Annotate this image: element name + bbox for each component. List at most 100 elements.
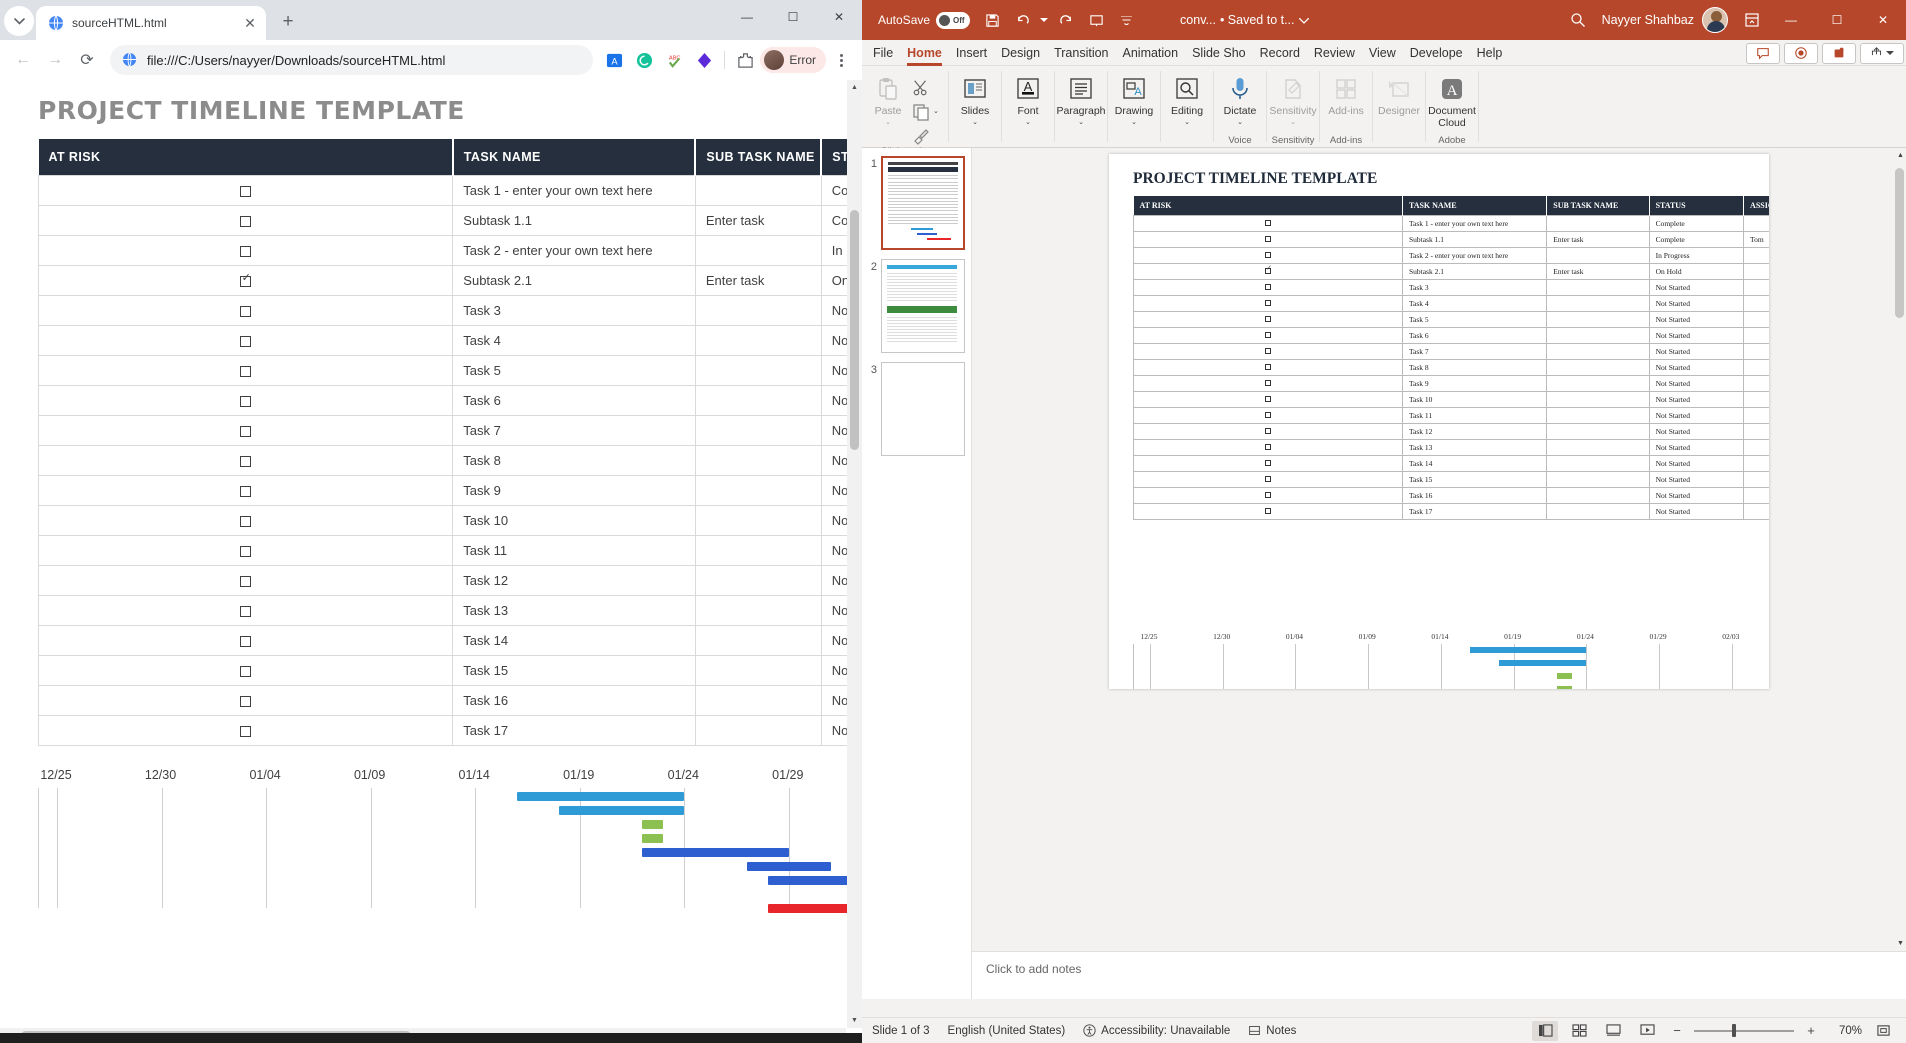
- autosave-toggle[interactable]: Off: [936, 12, 970, 29]
- start-presentation-icon[interactable]: [1082, 6, 1110, 34]
- normal-view-icon[interactable]: [1532, 1021, 1558, 1041]
- accessibility-indicator[interactable]: Accessibility: Unavailable: [1083, 1024, 1230, 1037]
- at-risk-checkbox[interactable]: [240, 426, 251, 437]
- ribbon-display-options-icon[interactable]: [1736, 6, 1768, 34]
- notes-pane[interactable]: Click to add notes: [972, 951, 1906, 999]
- reading-view-icon[interactable]: [1600, 1021, 1626, 1041]
- present-in-teams-icon[interactable]: [1822, 43, 1856, 64]
- at-risk-checkbox[interactable]: [240, 216, 251, 227]
- sensitivity-button[interactable]: Sensitivity⌄: [1269, 70, 1317, 127]
- chevron-down-icon[interactable]: [1299, 11, 1309, 29]
- at-risk-checkbox-cell[interactable]: [39, 266, 453, 296]
- forward-button[interactable]: →: [40, 45, 70, 75]
- undo-icon[interactable]: [1008, 6, 1036, 34]
- chevron-down-icon[interactable]: ⌄: [1131, 119, 1137, 127]
- grammarly-extension-icon[interactable]: [631, 47, 657, 73]
- copy-button[interactable]: ⌄: [912, 98, 946, 121]
- format-painter-button[interactable]: [912, 122, 946, 145]
- chevron-down-icon[interactable]: ⌄: [1184, 119, 1190, 127]
- browser-minimize-button[interactable]: —: [724, 0, 770, 34]
- tab-search-button[interactable]: [4, 6, 34, 36]
- at-risk-checkbox-cell[interactable]: [39, 536, 453, 566]
- extensions-puzzle-icon[interactable]: [732, 47, 758, 73]
- zoom-in-button[interactable]: +: [1802, 1022, 1820, 1040]
- slides-button[interactable]: Slides⌄: [951, 70, 999, 127]
- powerpoint-close-button[interactable]: ✕: [1860, 4, 1906, 36]
- at-risk-checkbox[interactable]: [240, 576, 251, 587]
- new-tab-button[interactable]: +: [274, 8, 302, 36]
- document-cloud-button[interactable]: ADocument Cloud: [1428, 70, 1476, 129]
- ribbon-tab-record[interactable]: Record: [1253, 43, 1307, 63]
- record-icon[interactable]: [1784, 43, 1818, 64]
- powerpoint-minimize-button[interactable]: —: [1768, 4, 1814, 36]
- at-risk-checkbox[interactable]: [240, 666, 251, 677]
- ribbon-tab-develope[interactable]: Develope: [1403, 43, 1470, 63]
- redo-icon[interactable]: [1052, 6, 1080, 34]
- slide-scroll-up-arrow[interactable]: ▲: [1893, 148, 1906, 163]
- ribbon-tab-slide-sho[interactable]: Slide Sho: [1185, 43, 1253, 63]
- at-risk-checkbox-cell[interactable]: [39, 566, 453, 596]
- slide-vertical-scrollbar[interactable]: ▲ ▼: [1893, 148, 1906, 951]
- chevron-down-icon[interactable]: ⌄: [1237, 119, 1243, 127]
- search-icon[interactable]: [1562, 6, 1594, 34]
- chevron-down-icon[interactable]: ⌄: [1078, 119, 1084, 127]
- chevron-down-icon[interactable]: ⌄: [885, 119, 891, 127]
- at-risk-checkbox-cell[interactable]: [39, 416, 453, 446]
- at-risk-checkbox[interactable]: [240, 636, 251, 647]
- slide-thumbnail[interactable]: [881, 156, 965, 250]
- slideshow-icon[interactable]: [1634, 1021, 1660, 1041]
- ribbon-tab-transition[interactable]: Transition: [1047, 43, 1115, 63]
- scroll-down-arrow[interactable]: ▼: [847, 1013, 862, 1028]
- translate-extension-icon[interactable]: A: [601, 47, 627, 73]
- page-info-globe-icon[interactable]: [122, 52, 138, 68]
- slide-thumbnail-row[interactable]: 2: [866, 259, 967, 353]
- at-risk-checkbox-cell[interactable]: [39, 326, 453, 356]
- back-button[interactable]: ←: [8, 45, 38, 75]
- slide-canvas[interactable]: PROJECT TIMELINE TEMPLATE AT RISKTASK NA…: [1109, 154, 1769, 689]
- kebab-menu-icon[interactable]: [828, 47, 854, 73]
- browser-tab[interactable]: sourceHTML.html ✕: [36, 6, 266, 40]
- paragraph-button[interactable]: Paragraph⌄: [1057, 70, 1105, 127]
- at-risk-checkbox-cell[interactable]: [39, 596, 453, 626]
- slide-thumbnail-row[interactable]: 3: [866, 362, 967, 456]
- chevron-down-icon[interactable]: ⌄: [1025, 119, 1031, 127]
- zoom-knob[interactable]: [1732, 1024, 1736, 1037]
- comments-icon[interactable]: [1746, 43, 1780, 64]
- at-risk-checkbox-cell[interactable]: [39, 686, 453, 716]
- at-risk-checkbox[interactable]: [240, 246, 251, 257]
- paste-button[interactable]: Paste⌄: [864, 70, 912, 127]
- reload-button[interactable]: ⟳: [72, 45, 102, 75]
- designer-button[interactable]: Designer: [1375, 70, 1423, 118]
- undo-dropdown-icon[interactable]: [1038, 6, 1050, 34]
- chevron-down-icon[interactable]: ⌄: [972, 119, 978, 127]
- slide-thumbnail-pane[interactable]: 123: [862, 148, 972, 999]
- notes-button[interactable]: Notes: [1248, 1024, 1296, 1037]
- diamond-extension-icon[interactable]: [691, 47, 717, 73]
- at-risk-checkbox[interactable]: [240, 186, 251, 197]
- at-risk-checkbox[interactable]: [240, 546, 251, 557]
- at-risk-checkbox[interactable]: [240, 396, 251, 407]
- at-risk-checkbox-cell[interactable]: [39, 206, 453, 236]
- dictate-button[interactable]: Dictate⌄: [1216, 70, 1264, 127]
- powerpoint-restore-button[interactable]: ☐: [1814, 4, 1860, 36]
- save-icon[interactable]: [978, 6, 1006, 34]
- slide-sorter-icon[interactable]: [1566, 1021, 1592, 1041]
- add-ins-button[interactable]: Add-ins: [1322, 70, 1370, 118]
- vertical-scroll-thumb[interactable]: [850, 210, 859, 450]
- at-risk-checkbox-cell[interactable]: [39, 506, 453, 536]
- customize-qat-icon[interactable]: [1112, 6, 1140, 34]
- account-control[interactable]: Nayyer Shahbaz: [1594, 7, 1736, 33]
- at-risk-checkbox[interactable]: [240, 336, 251, 347]
- ribbon-tab-help[interactable]: Help: [1470, 43, 1510, 63]
- slide-scroll-down-arrow[interactable]: ▼: [1893, 936, 1906, 951]
- slide-thumbnail[interactable]: [881, 362, 965, 456]
- spellcheck-extension-icon[interactable]: ABC: [661, 47, 687, 73]
- editing-button[interactable]: Editing⌄: [1163, 70, 1211, 127]
- ribbon-tab-insert[interactable]: Insert: [949, 43, 994, 63]
- ribbon-tab-file[interactable]: File: [866, 43, 900, 63]
- at-risk-checkbox-cell[interactable]: [39, 356, 453, 386]
- at-risk-checkbox[interactable]: [240, 306, 251, 317]
- at-risk-checkbox-cell[interactable]: [39, 476, 453, 506]
- at-risk-checkbox[interactable]: [240, 456, 251, 467]
- at-risk-checkbox-cell[interactable]: [39, 386, 453, 416]
